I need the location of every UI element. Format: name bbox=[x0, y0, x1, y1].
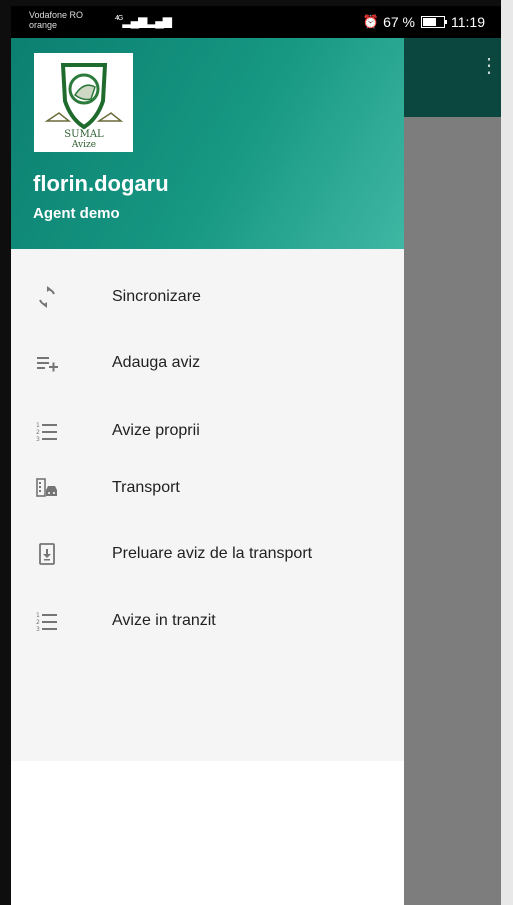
network-type: 4G bbox=[115, 15, 123, 22]
playlist-add-icon bbox=[31, 347, 63, 379]
app-logo: SUMAL Avize bbox=[34, 53, 133, 152]
sync-icon bbox=[31, 281, 63, 313]
battery-icon bbox=[421, 16, 447, 28]
screen-border-left bbox=[0, 0, 11, 905]
svg-text:1: 1 bbox=[36, 612, 40, 619]
drawer-footer bbox=[11, 761, 404, 905]
menu-item-avize-in-tranzit[interactable]: 1 2 3 Avize in tranzit bbox=[11, 593, 404, 649]
numbered-list-icon: 1 2 3 bbox=[31, 415, 63, 447]
status-right-group: ⏰ 67 % 11:19 bbox=[363, 14, 485, 30]
sumal-logo-icon: SUMAL Avize bbox=[44, 62, 123, 149]
drawer-header: SUMAL Avize florin.dogaru Agent demo bbox=[11, 38, 404, 249]
user-name: florin.dogaru bbox=[33, 171, 169, 196]
download-box-icon bbox=[31, 538, 63, 570]
menu-item-preluare-aviz[interactable]: Preluare aviz de la transport bbox=[11, 526, 404, 582]
svg-text:3: 3 bbox=[36, 626, 40, 633]
menu-item-label: Avize proprii bbox=[112, 422, 200, 439]
svg-text:2: 2 bbox=[36, 429, 40, 436]
menu-item-sincronizare[interactable]: Sincronizare bbox=[11, 269, 404, 325]
screen-border-right bbox=[501, 0, 513, 905]
carrier-name-secondary: orange bbox=[29, 20, 58, 30]
alarm-icon: ⏰ bbox=[362, 14, 380, 29]
menu-item-transport[interactable]: Transport bbox=[11, 460, 404, 516]
transport-icon bbox=[31, 472, 63, 504]
signal-strength-icon: 4G▂▄▆ bbox=[115, 14, 147, 28]
menu-item-label: Sincronizare bbox=[112, 288, 201, 305]
carrier-info: Vodafone RO orange bbox=[29, 10, 83, 30]
menu-item-label: Transport bbox=[112, 479, 180, 496]
svg-text:2: 2 bbox=[36, 619, 40, 626]
carrier-name-primary: Vodafone RO bbox=[29, 10, 84, 20]
more-vert-icon[interactable]: ⋮ bbox=[479, 56, 499, 76]
clock: 11:19 bbox=[451, 14, 485, 30]
logo-text-line1: SUMAL bbox=[64, 129, 104, 140]
svg-text:3: 3 bbox=[36, 436, 40, 443]
menu-item-adauga-aviz[interactable]: Adauga aviz bbox=[11, 335, 404, 391]
drawer-menu: Sincronizare Adauga aviz 1 2 3 Avize pro… bbox=[11, 249, 404, 761]
svg-text:1: 1 bbox=[36, 422, 40, 429]
status-bar: Vodafone RO orange 4G▂▄▆ ▂▄▆ ⏰ 67 % 11:1… bbox=[11, 6, 501, 38]
numbered-list-icon: 1 2 3 bbox=[31, 605, 63, 637]
menu-item-avize-proprii[interactable]: 1 2 3 Avize proprii bbox=[11, 403, 404, 459]
signal-strength-icon-2: ▂▄▆ bbox=[147, 14, 172, 28]
menu-item-label: Avize in tranzit bbox=[112, 612, 216, 629]
app-toolbar: ⋮ bbox=[404, 38, 501, 117]
menu-item-label: Preluare aviz de la transport bbox=[112, 545, 313, 562]
drawer-scrim[interactable] bbox=[404, 117, 501, 905]
logo-text-line2: Avize bbox=[70, 140, 95, 149]
battery-level-fill bbox=[423, 18, 436, 26]
menu-item-label: Adauga aviz bbox=[112, 354, 201, 371]
user-role: Agent demo bbox=[33, 205, 120, 222]
battery-percent: 67 % bbox=[383, 14, 415, 30]
